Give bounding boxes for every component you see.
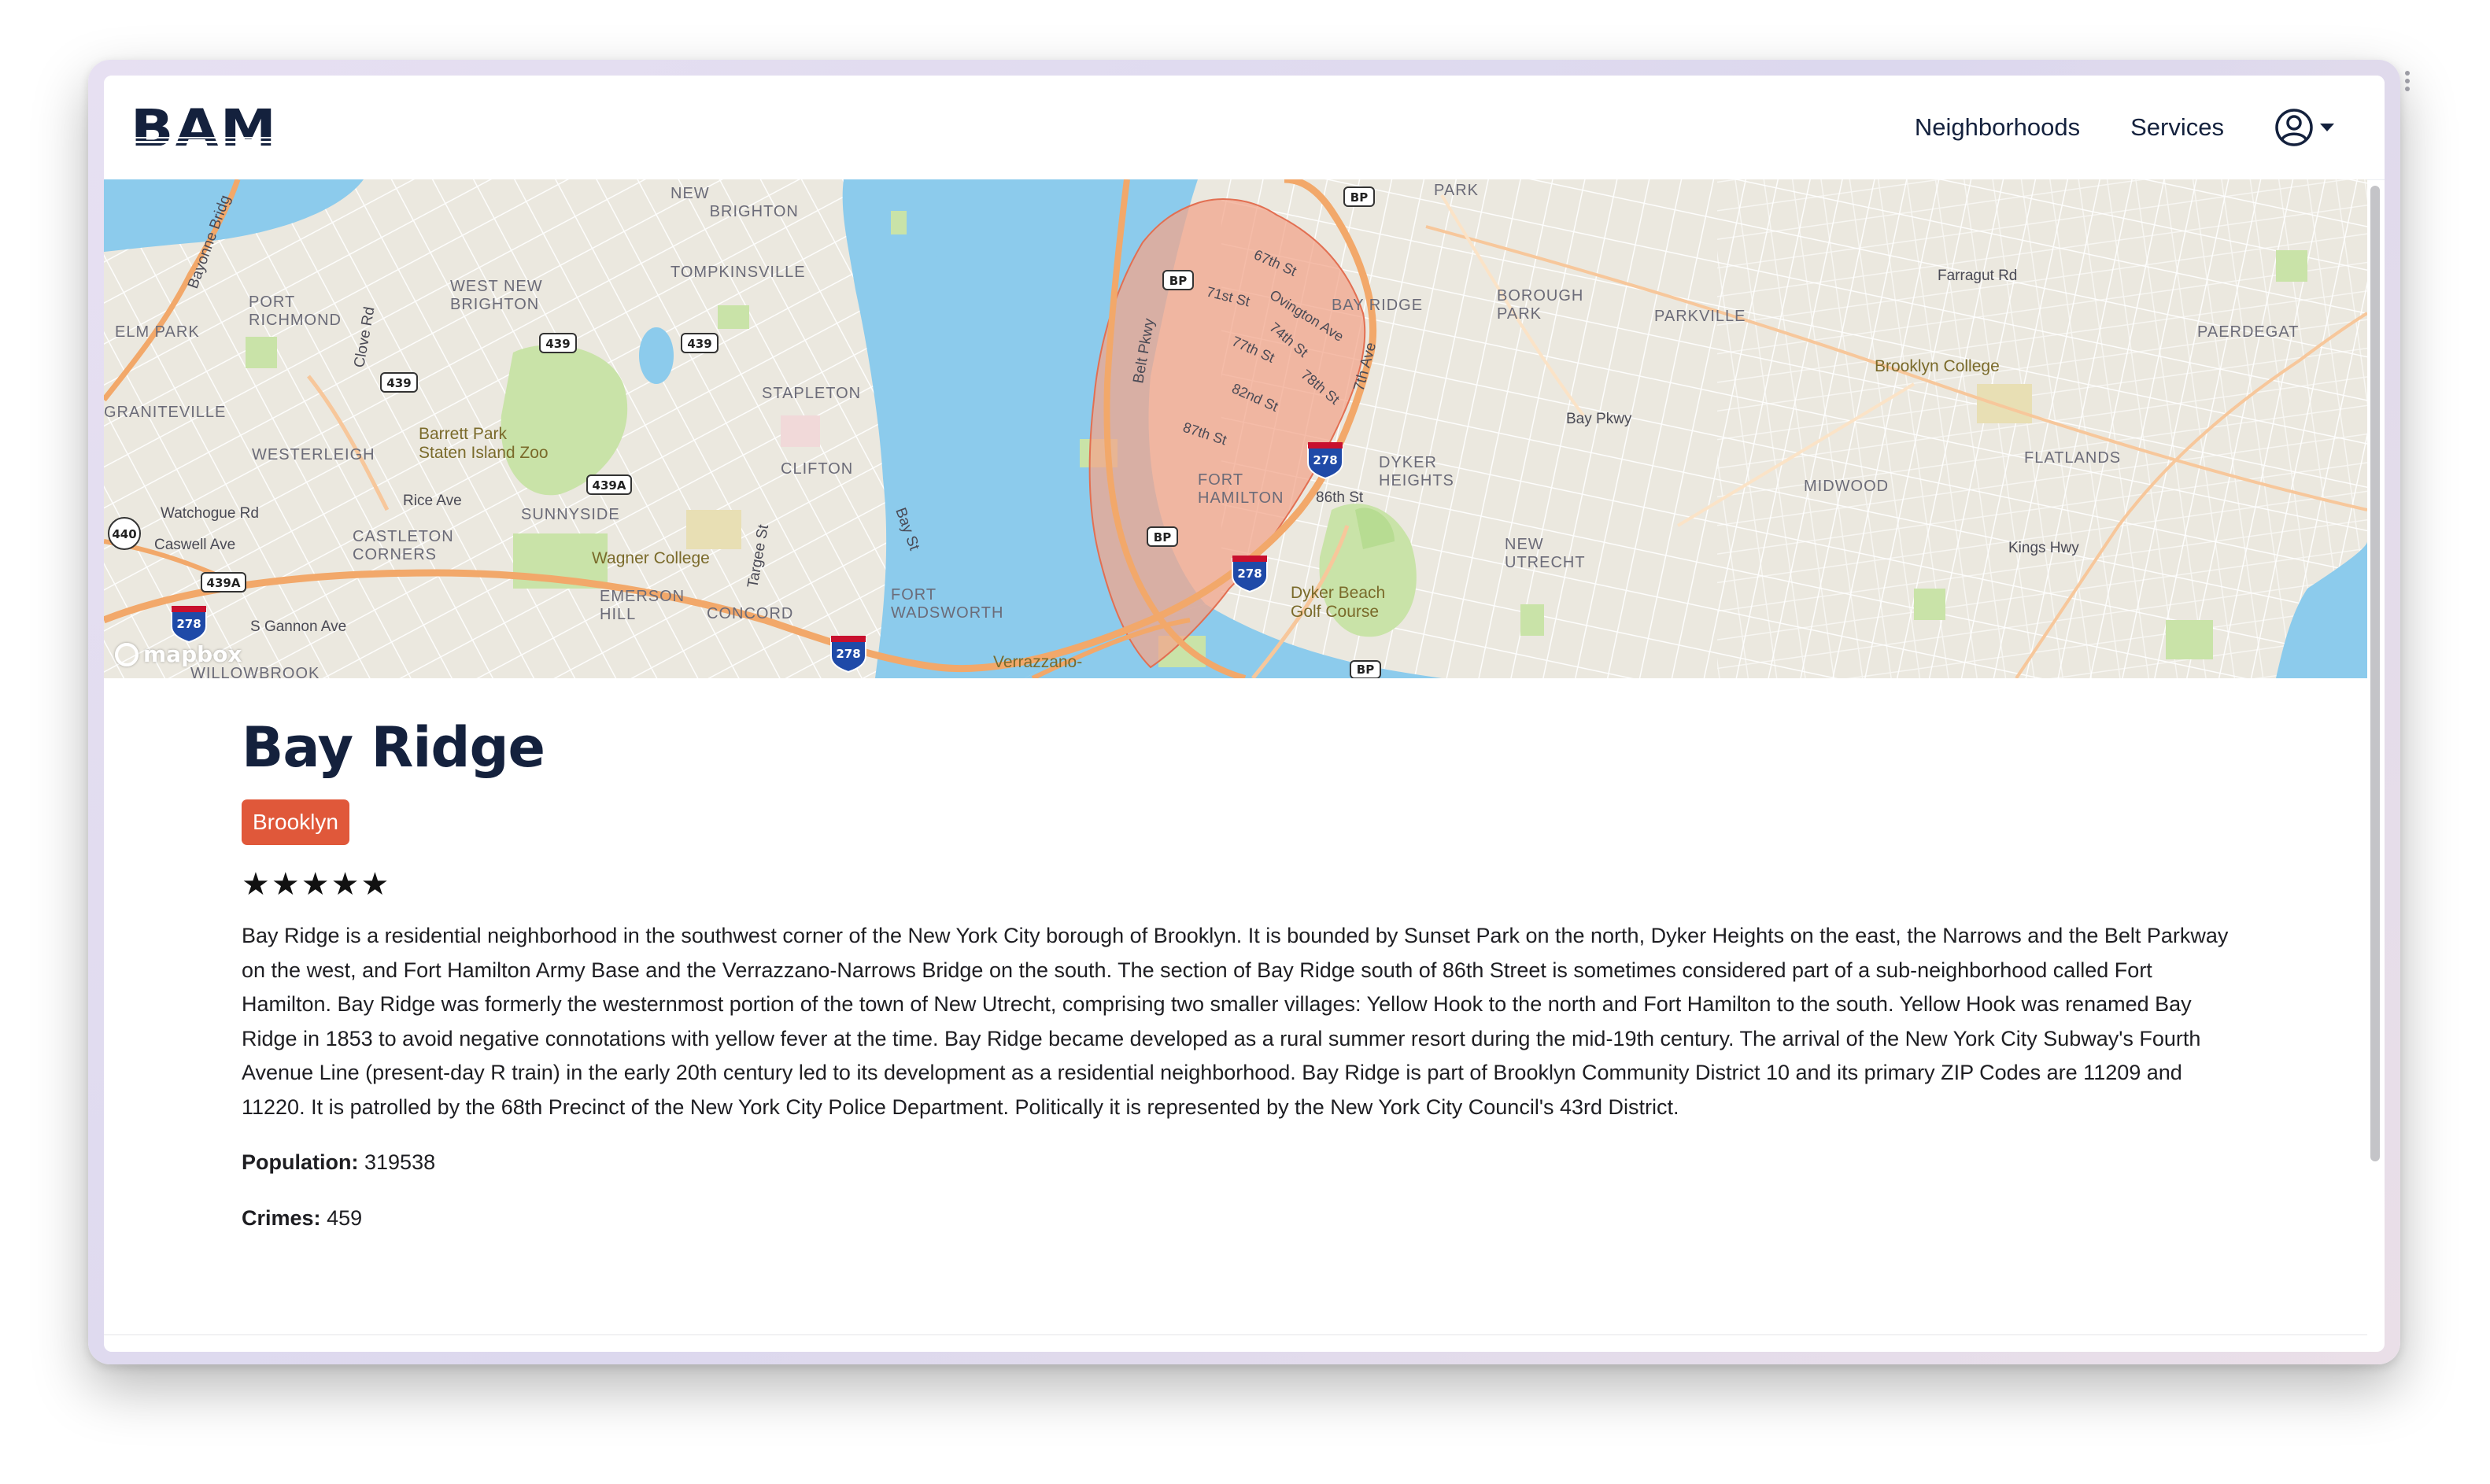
map-street-watchogue: Watchogue Rd (161, 505, 259, 522)
star-icon: ★ (301, 866, 330, 903)
map-street-s-gannon: S Gannon Ave (250, 618, 346, 635)
crimes-label: Crimes: (242, 1206, 321, 1230)
interstate-shield-278-d: 278 (171, 606, 207, 644)
map-label-graniteville: GRANITEVILLE (104, 404, 226, 421)
svg-text:BP: BP (1357, 663, 1374, 677)
route-shield-bp-b: BP (1162, 270, 1194, 290)
svg-text:BP: BP (1154, 530, 1171, 545)
population-stat: Population: 319538 (242, 1146, 2241, 1179)
route-shield-439b: 439 (681, 333, 719, 353)
map-label-concord: CONCORD (707, 605, 793, 622)
nav-links: Neighborhoods Services (1915, 76, 2385, 179)
mapbox-logo[interactable]: mapbox (115, 641, 242, 667)
nav-link-services[interactable]: Services (2130, 113, 2224, 142)
map-street-bay-pkwy: Bay Pkwy (1566, 411, 1632, 427)
page-bottom-divider (104, 1334, 2367, 1335)
map-canvas[interactable]: NEWBRIGHTON TOMPKINSVILLE PORT RICHMOND W… (104, 179, 2367, 678)
window-grip[interactable] (2405, 71, 2411, 96)
map-label-dyker-beach: Dyker Beach Golf Course (1291, 584, 1385, 621)
svg-text:439: 439 (386, 376, 411, 390)
navbar: BAM Neighborhoods Services (104, 76, 2385, 180)
page-title: Bay Ridge (242, 715, 545, 780)
map-label-parkville: PARKVILLE (1654, 308, 1746, 325)
rating-stars: ★ ★ ★ ★ ★ (242, 867, 2241, 902)
route-shield-439c: 439 (380, 372, 418, 393)
map-label-tompkinsville: TOMPKINSVILLE (671, 264, 806, 281)
map-street-caswell: Caswell Ave (154, 537, 235, 553)
map-label-verrazzano: Verrazzano- (993, 653, 1082, 671)
svg-text:BP: BP (1169, 274, 1187, 288)
star-icon: ★ (271, 866, 300, 903)
map-label-bay-ridge: BAY RIDGE (1332, 297, 1423, 314)
crimes-stat: Crimes: 459 (242, 1202, 2241, 1235)
map-street-86th: 86th St (1316, 489, 1364, 506)
svg-text:440: 440 (112, 527, 136, 541)
route-shield-bp-d: BP (1350, 660, 1381, 678)
map-label-sunnyside: SUNNYSIDE (521, 506, 620, 523)
interstate-shield-278: 278 (1307, 442, 1343, 480)
map-label-paerdegat: PAERDEGAT (2197, 323, 2299, 341)
star-icon: ★ (242, 866, 270, 903)
interstate-shield-278-b: 278 (1232, 556, 1268, 593)
map-label-stapleton: STAPLETON (762, 385, 861, 402)
route-shield-439a: 439A (586, 474, 632, 495)
svg-text:BP: BP (1350, 190, 1368, 205)
route-shield-439: 439 (539, 333, 577, 353)
svg-text:278: 278 (836, 647, 860, 661)
route-shield-439a-b: 439A (201, 572, 246, 592)
browser-window: BAM Neighborhoods Services NEWBRIGHTON T… (88, 60, 2410, 1364)
map-street-rice-ave: Rice Ave (403, 493, 462, 509)
svg-text:278: 278 (1313, 453, 1337, 467)
map-label-brooklyn-college: Brooklyn College (1875, 357, 2000, 375)
map-street-kings-hwy: Kings Hwy (2008, 540, 2079, 556)
route-shield-440: 440 (108, 517, 141, 550)
caret-down-icon (2320, 124, 2334, 131)
star-icon: ★ (360, 866, 390, 903)
neighborhood-map[interactable]: NEWBRIGHTON TOMPKINSVILLE PORT RICHMOND W… (104, 179, 2367, 678)
map-street-farragut: Farragut Rd (1938, 268, 2017, 284)
map-label-westerleigh: WESTERLEIGH (252, 446, 375, 463)
svg-text:439: 439 (545, 337, 570, 351)
neighborhood-description: Bay Ridge is a residential neighborhood … (242, 924, 2229, 1119)
neighborhood-details: Bay Ridge Brooklyn ★ ★ ★ ★ ★ Bay Ridge i… (242, 713, 2241, 1235)
interstate-shield-278-c: 278 (830, 636, 866, 674)
svg-text:439: 439 (687, 337, 711, 351)
map-label-clifton: CLIFTON (781, 460, 853, 478)
population-value: 319538 (364, 1150, 436, 1174)
mapbox-attribution: mapbox (143, 641, 242, 667)
svg-text:278: 278 (176, 617, 201, 631)
star-icon: ★ (331, 866, 360, 903)
map-label-wagner-college: Wagner College (592, 549, 710, 567)
mapbox-icon (115, 642, 139, 666)
page-viewport: BAM Neighborhoods Services NEWBRIGHTON T… (104, 76, 2385, 1352)
route-shield-bp: BP (1343, 186, 1375, 207)
borough-badge: Brooklyn (242, 799, 349, 845)
map-label-west-new-brighton: WEST NEW BRIGHTON (450, 278, 543, 313)
map-label-elm-park: ELM PARK (115, 323, 200, 341)
crimes-value: 459 (327, 1206, 363, 1230)
svg-text:439A: 439A (207, 576, 241, 590)
svg-text:278: 278 (1237, 567, 1262, 581)
user-circle-icon (2275, 109, 2313, 146)
map-label-park: PARK (1434, 182, 1479, 199)
svg-text:439A: 439A (593, 478, 626, 493)
page-scrollbar[interactable] (2367, 179, 2381, 1352)
user-menu-button[interactable] (2274, 108, 2334, 147)
population-label: Population: (242, 1150, 359, 1174)
scrollbar-thumb[interactable] (2370, 186, 2380, 1161)
brand-logo[interactable]: BAM (131, 103, 280, 155)
logo-stripes (131, 137, 280, 153)
map-label-midwood: MIDWOOD (1804, 478, 1889, 495)
nav-link-neighborhoods[interactable]: Neighborhoods (1915, 113, 2080, 142)
map-label-flatlands: FLATLANDS (2024, 449, 2121, 467)
route-shield-bp-c: BP (1147, 526, 1178, 547)
